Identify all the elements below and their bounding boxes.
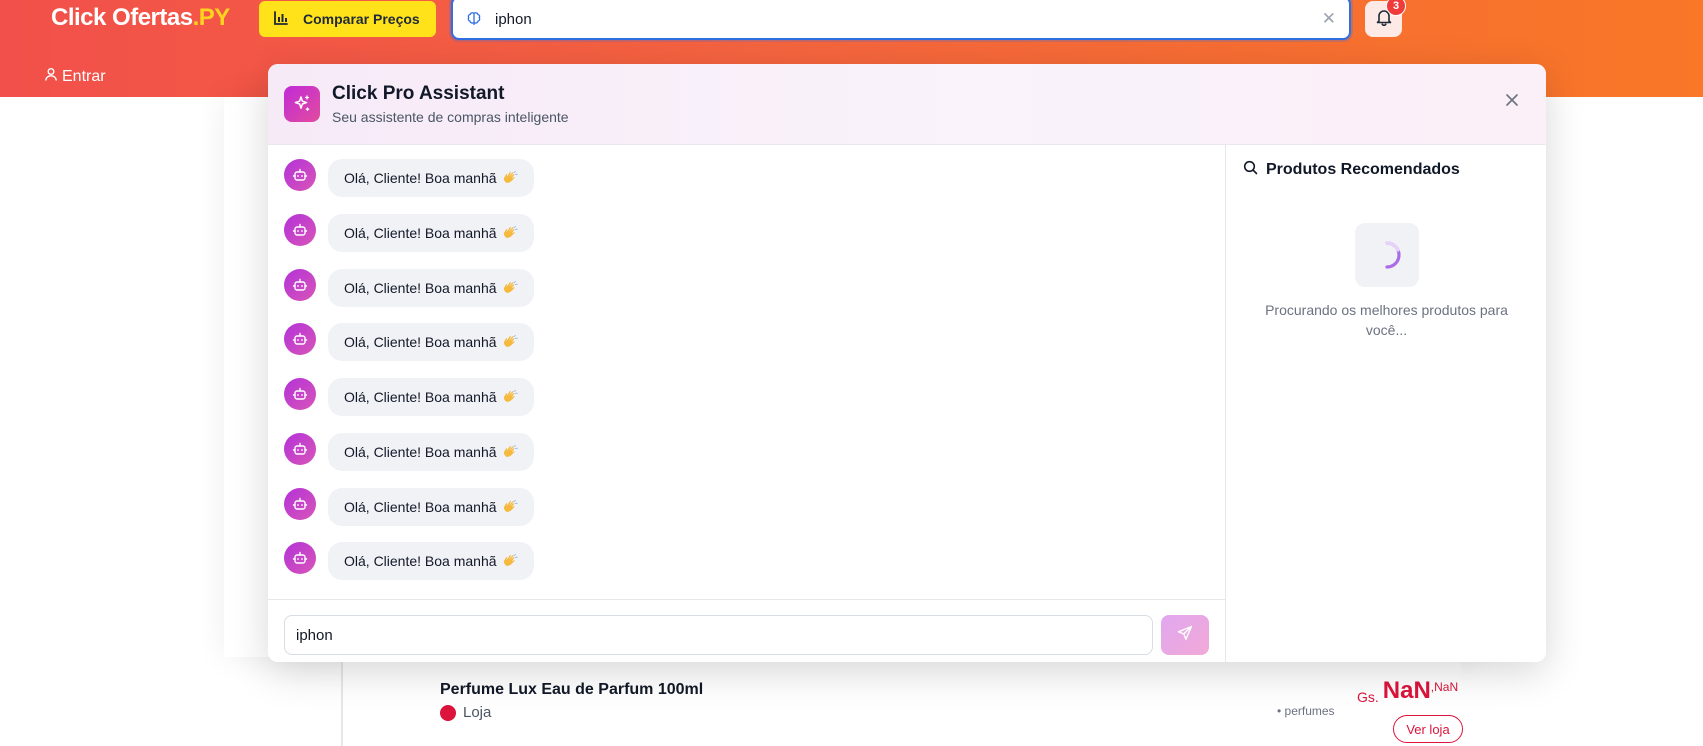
bot-icon (284, 323, 316, 355)
search-icon (1243, 160, 1258, 180)
login-link[interactable]: Entrar (44, 67, 106, 86)
product-name[interactable]: Perfume Lux Eau de Parfum 100ml (440, 681, 703, 699)
notification-count-badge: 3 (1386, 0, 1406, 16)
chat-input-bar (268, 599, 1225, 662)
bot-icon (284, 159, 316, 191)
message-text: Olá, Cliente! Boa manhã (344, 553, 497, 569)
price-currency: Gs. (1357, 689, 1379, 705)
product-card[interactable]: Perfume Lux Eau de Parfum 100ml Loja • p… (341, 660, 1463, 746)
logo-text: Click Ofertas (51, 4, 193, 31)
waving-hand-icon (502, 554, 518, 568)
product-category: • perfumes (1277, 704, 1335, 718)
send-button[interactable] (1161, 615, 1209, 655)
price-integer: NaN (1382, 677, 1431, 704)
message-bubble: Olá, Cliente! Boa manhã (328, 269, 534, 307)
chat-message: Olá, Cliente! Boa manhã (284, 378, 534, 416)
logo-suffix: .PY (192, 4, 231, 31)
login-label: Entrar (62, 67, 106, 85)
message-text: Olá, Cliente! Boa manhã (344, 280, 497, 296)
waving-hand-icon (502, 335, 518, 349)
loading-message: Procurando os melhores produtos para voc… (1265, 302, 1508, 338)
price-decimal: ,NaN (1430, 680, 1459, 694)
product-store: Loja (440, 704, 491, 721)
bot-icon (284, 214, 316, 246)
recommended-products-panel: Produtos Recomendados Procurando os melh… (1225, 145, 1546, 662)
waving-hand-icon (502, 281, 518, 295)
chat-message: Olá, Cliente! Boa manhã (284, 214, 534, 252)
loading-spinner-icon (1355, 223, 1419, 287)
product-price: Gs. NaN ,NaN (1357, 677, 1458, 705)
store-name: Loja (463, 704, 492, 721)
bot-icon (284, 433, 316, 465)
message-bubble: Olá, Cliente! Boa manhã (328, 542, 534, 580)
site-logo[interactable]: Click Ofertas.PY (51, 4, 230, 32)
clear-search-icon[interactable]: ✕ (1322, 9, 1336, 29)
waving-hand-icon (502, 390, 518, 404)
chat-message: Olá, Cliente! Boa manhã (284, 269, 534, 307)
compare-prices-label: Comparar Preços (303, 11, 420, 27)
search-input[interactable] (495, 8, 1275, 30)
message-text: Olá, Cliente! Boa manhã (344, 499, 497, 515)
close-icon[interactable] (1504, 92, 1520, 113)
message-text: Olá, Cliente! Boa manhã (344, 444, 497, 460)
send-icon (1177, 625, 1193, 646)
chat-message: Olá, Cliente! Boa manhã (284, 542, 534, 580)
chat-message: Olá, Cliente! Boa manhã (284, 159, 534, 197)
assistant-title: Click Pro Assistant (332, 83, 505, 104)
assistant-header: Click Pro Assistant Seu assistente de co… (268, 64, 1546, 145)
compare-prices-button[interactable]: Comparar Preços (259, 1, 436, 37)
bot-icon (284, 488, 316, 520)
message-bubble: Olá, Cliente! Boa manhã (328, 433, 534, 471)
chat-messages[interactable]: Olá, Cliente! Boa manhã Olá, Cliente! Bo… (268, 145, 1225, 599)
assistant-subtitle: Seu assistente de compras inteligente (332, 109, 569, 125)
brain-icon (466, 11, 482, 32)
recommended-products-header: Produtos Recomendados (1243, 160, 1460, 180)
user-icon (44, 67, 58, 86)
message-bubble: Olá, Cliente! Boa manhã (328, 378, 534, 416)
message-text: Olá, Cliente! Boa manhã (344, 389, 497, 405)
store-logo-dot (440, 704, 456, 721)
bot-icon (284, 269, 316, 301)
message-bubble: Olá, Cliente! Boa manhã (328, 323, 534, 361)
search-bar: ✕ (451, 0, 1351, 40)
assistant-modal: Click Pro Assistant Seu assistente de co… (268, 64, 1546, 662)
chat-message: Olá, Cliente! Boa manhã (284, 433, 534, 471)
message-text: Olá, Cliente! Boa manhã (344, 225, 497, 241)
chat-message: Olá, Cliente! Boa manhã (284, 488, 534, 526)
bar-chart-icon (273, 10, 289, 29)
waving-hand-icon (502, 445, 518, 459)
sparkles-icon (284, 86, 320, 122)
message-text: Olá, Cliente! Boa manhã (344, 334, 497, 350)
message-bubble: Olá, Cliente! Boa manhã (328, 488, 534, 526)
message-bubble: Olá, Cliente! Boa manhã (328, 214, 534, 252)
view-store-button[interactable]: Ver loja (1393, 715, 1463, 743)
message-text: Olá, Cliente! Boa manhã (344, 170, 497, 186)
bot-icon (284, 542, 316, 574)
bot-icon (284, 378, 316, 410)
chat-message: Olá, Cliente! Boa manhã (284, 323, 534, 361)
chat-input[interactable] (284, 615, 1153, 655)
message-bubble: Olá, Cliente! Boa manhã (328, 159, 534, 197)
waving-hand-icon (502, 500, 518, 514)
waving-hand-icon (502, 171, 518, 185)
waving-hand-icon (502, 226, 518, 240)
recommended-products-title: Produtos Recomendados (1266, 161, 1460, 178)
